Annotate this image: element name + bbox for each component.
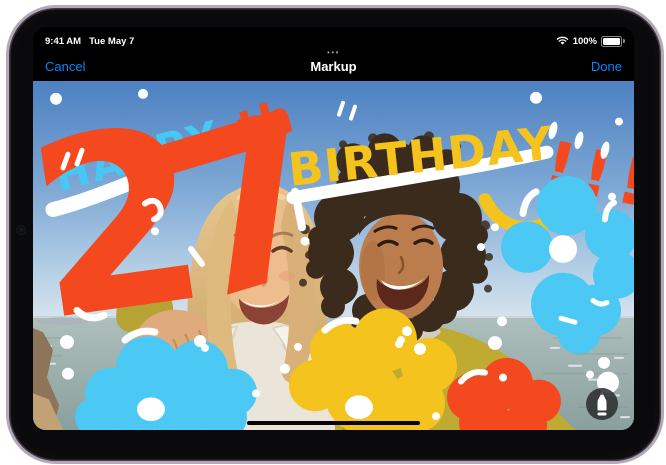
ipad-device-frame: 9:41 AM Tue May 7 100% Cancel ••• — [6, 5, 664, 464]
pencil-tool-button[interactable] — [586, 388, 618, 420]
front-camera — [17, 226, 25, 234]
battery-percent: 100% — [573, 36, 597, 47]
status-date: Tue May 7 — [89, 36, 134, 47]
home-indicator[interactable] — [247, 421, 420, 425]
status-right: 100% — [556, 36, 622, 47]
cancel-button[interactable]: Cancel — [45, 59, 85, 74]
pencil-icon — [595, 392, 609, 416]
status-time: 9:41 AM — [45, 36, 81, 47]
wifi-icon — [556, 36, 569, 46]
markup-photo-canvas[interactable]: HAPPY 2 7 th BIRTHDAY !!! — [33, 81, 634, 430]
photo-illustration: HAPPY 2 7 th BIRTHDAY !!! — [33, 81, 634, 430]
ipad-screen: 9:41 AM Tue May 7 100% Cancel ••• — [33, 27, 634, 430]
screenshot-root: 9:41 AM Tue May 7 100% Cancel ••• — [0, 0, 666, 465]
battery-full-icon — [601, 36, 622, 47]
markup-nav-bar: Cancel ••• Markup Done — [33, 51, 634, 81]
multitask-indicator[interactable]: ••• — [327, 49, 340, 56]
nav-center: ••• Markup — [33, 49, 634, 74]
nav-title: Markup — [310, 59, 356, 74]
status-left: 9:41 AM Tue May 7 — [45, 36, 134, 47]
done-button[interactable]: Done — [591, 59, 622, 74]
